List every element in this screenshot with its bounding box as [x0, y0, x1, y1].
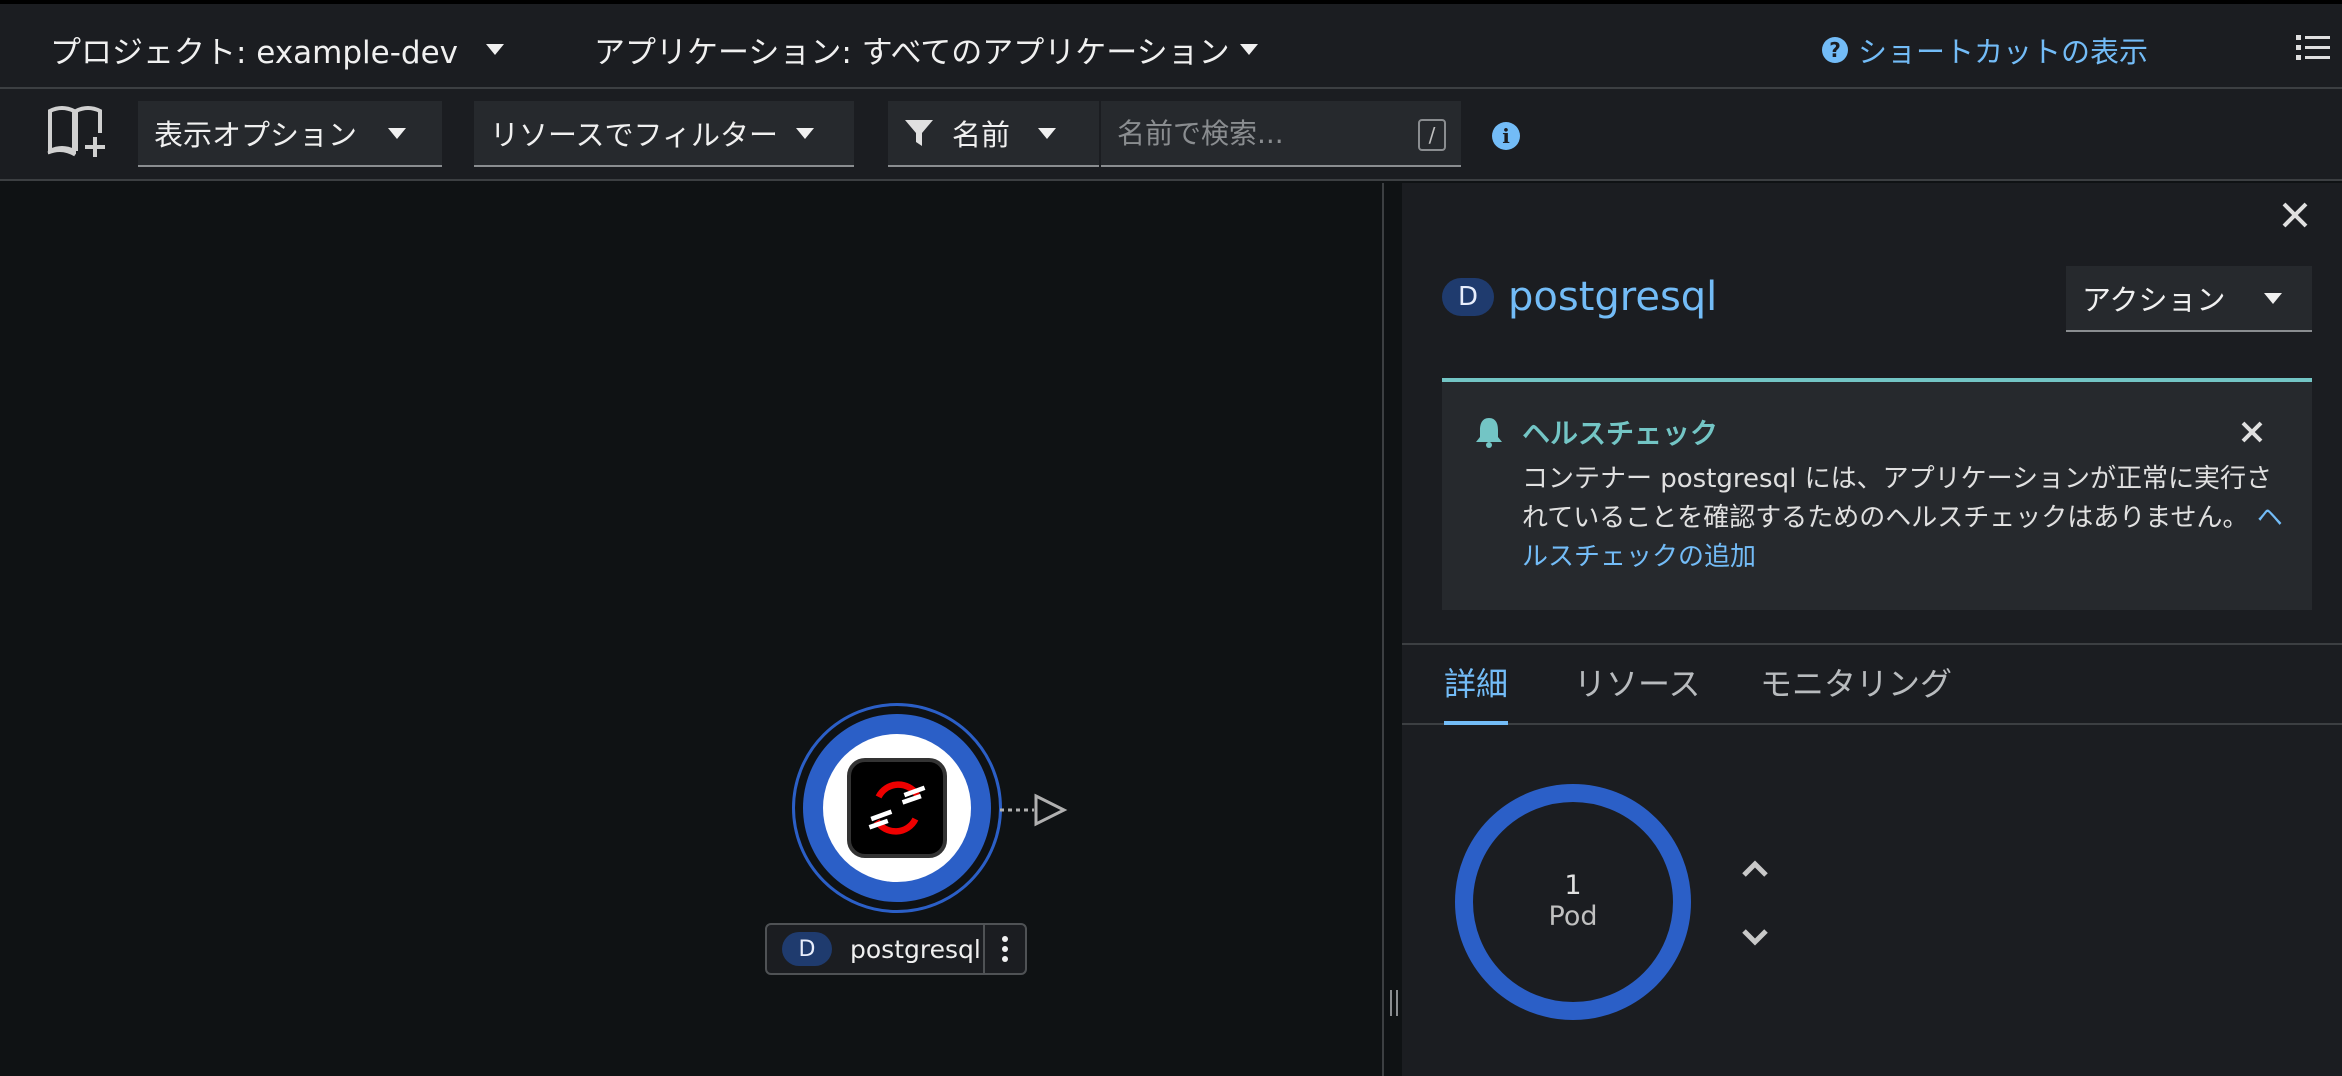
search-shortcut-key: /: [1418, 119, 1446, 151]
show-shortcuts-label: ショートカットの表示: [1858, 35, 2149, 69]
caret-down-icon: [796, 127, 814, 139]
caret-down-icon: [1239, 43, 1258, 55]
display-options-dropdown[interactable]: 表示オプション: [138, 101, 442, 167]
project-selector-label: プロジェクト: example-dev: [50, 34, 459, 71]
actions-label: アクション: [2082, 283, 2226, 317]
name-filter-dropdown[interactable]: 名前: [888, 101, 1099, 167]
panel-divider: [1382, 183, 1402, 1076]
info-circle-icon[interactable]: i: [1492, 122, 1520, 150]
pod-label: Pod: [1548, 901, 1598, 932]
alert-title: ヘルスチェック: [1522, 417, 1719, 450]
panel-title: D postgresql: [1442, 272, 1717, 322]
caret-down-icon: [2264, 292, 2282, 304]
alert-message: コンテナー postgresql には、アプリケーションが正常に実行されているこ…: [1522, 460, 2292, 577]
application-selector-label: アプリケーション: すべてのアプリケーション: [594, 34, 1230, 71]
tab-resources[interactable]: リソース: [1574, 659, 1700, 725]
caret-down-icon: [1038, 127, 1057, 139]
question-circle-icon: ?: [1822, 37, 1848, 63]
name-filter-label: 名前: [952, 118, 1011, 152]
node-name: postgresql: [850, 934, 981, 964]
panel-tabs: 詳細 リソース モニタリング: [1402, 643, 2342, 725]
scale-down-chevron-icon[interactable]: [1740, 926, 1770, 948]
caret-down-icon: [486, 43, 505, 55]
pod-count: 1: [1564, 870, 1582, 901]
create-connector-arrow-icon[interactable]: [998, 790, 1068, 830]
resize-handle[interactable]: [1390, 990, 1398, 1016]
tab-details[interactable]: 詳細: [1444, 659, 1509, 725]
project-selector[interactable]: プロジェクト: example-dev: [50, 24, 505, 74]
node-kebab-menu-icon[interactable]: [983, 923, 1025, 975]
openshift-logo-icon: [847, 758, 947, 858]
name-search-input[interactable]: [1101, 101, 1461, 167]
actions-dropdown[interactable]: アクション: [2066, 266, 2312, 332]
alert-message-text: コンテナー postgresql には、アプリケーションが正常に実行されているこ…: [1522, 464, 2273, 533]
caret-down-icon: [388, 127, 406, 139]
scale-up-chevron-icon[interactable]: [1740, 858, 1770, 880]
close-alert-icon[interactable]: [2240, 420, 2264, 444]
deployment-badge: D: [782, 932, 832, 966]
resource-filter-label: リソースでフィルター: [490, 118, 778, 152]
bell-icon: [1476, 418, 1502, 448]
filter-funnel-icon: [905, 120, 933, 146]
display-options-label: 表示オプション: [154, 118, 358, 152]
resource-filter-dropdown[interactable]: リソースでフィルター: [474, 101, 854, 167]
show-shortcuts-link[interactable]: ? ショートカットの表示: [1822, 28, 2148, 72]
close-panel-icon[interactable]: [2280, 200, 2310, 230]
add-to-project-book-icon[interactable]: [46, 103, 108, 159]
pod-donut: 1 Pod: [1455, 784, 1691, 1020]
list-view-icon[interactable]: [2296, 34, 2330, 62]
filter-toolbar: 表示オプション リソースでフィルター 名前 /: [0, 89, 2342, 181]
top-bar: プロジェクト: example-dev アプリケーション: すべてのアプリケーシ…: [0, 0, 2342, 89]
deployment-badge: D: [1442, 278, 1494, 316]
application-selector[interactable]: アプリケーション: すべてのアプリケーション: [594, 24, 1258, 74]
topology-canvas[interactable]: [0, 183, 1382, 1076]
tab-monitoring[interactable]: モニタリング: [1760, 659, 1952, 725]
resource-name: postgresql: [1508, 274, 1718, 320]
